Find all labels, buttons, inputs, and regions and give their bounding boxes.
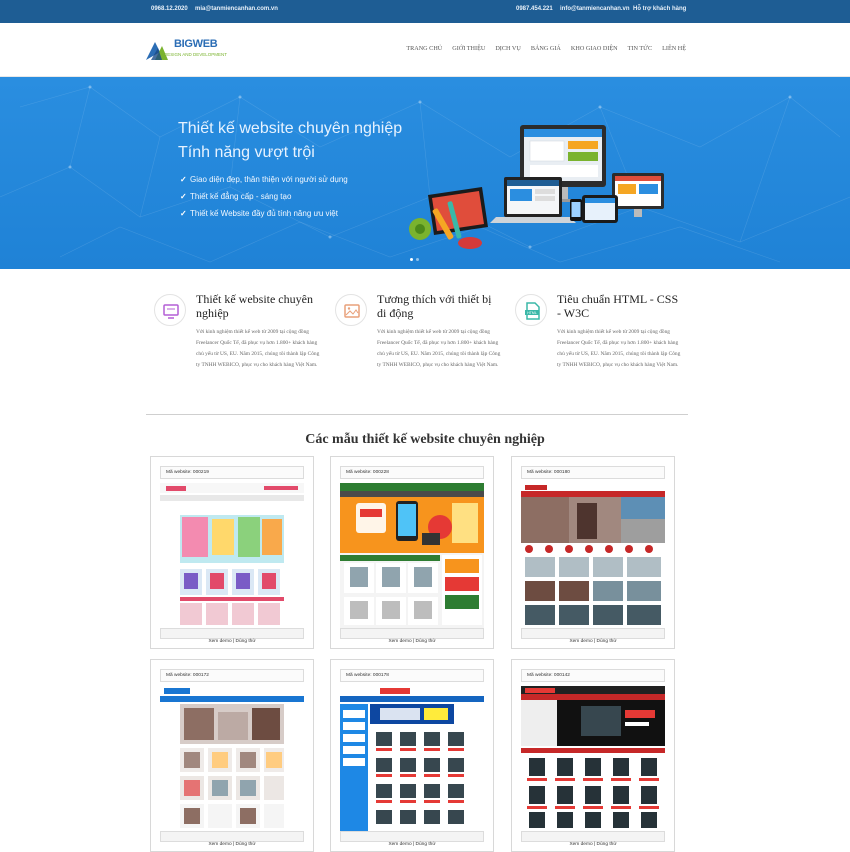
slider-dots (410, 258, 419, 261)
topbar-support-link[interactable]: Hỗ trợ khách hàng (633, 6, 686, 12)
template-actions[interactable]: Xem demo | Dùng thử (340, 628, 484, 644)
nav-item-services[interactable]: DỊCH VỤ (495, 45, 521, 52)
template-actions[interactable]: Xem demo | Dùng thử (160, 628, 304, 644)
demo-link[interactable]: Xem demo | Dùng thử (208, 639, 255, 644)
nav-item-home[interactable]: TRANG CHỦ (406, 45, 442, 52)
topbar-email-right[interactable]: info@tanmiencanhan.vn (560, 6, 630, 12)
nav-item-news[interactable]: TIN TỨC (628, 45, 652, 52)
check-icon: ✓ (180, 175, 187, 184)
svg-text:HTML: HTML (527, 311, 537, 315)
hero-subheadline: Tính năng vượt trội (178, 144, 315, 161)
demo-link[interactable]: Xem demo | Dùng thử (388, 842, 435, 847)
template-code-bar: Mã website: 000228 (340, 466, 484, 479)
feature-title: Tiêu chuẩn HTML - CSS - W3C (557, 292, 679, 320)
topbar-phone-right[interactable]: 0987.454.221 (516, 6, 553, 12)
devices-illustration (409, 125, 664, 249)
feature-title: Thiết kế website chuyên nghiệp (196, 292, 313, 320)
template-code-bar: Mã website: 000180 (521, 466, 665, 479)
logo-tagline: DESIGN AND DEVELOPMENT (164, 52, 228, 57)
logo-text: BIGWEB (174, 38, 218, 50)
template-code: Mã website: 000219 (166, 470, 209, 475)
feature-description: Với kinh nghiệm thiết kế web từ 2009 tại… (377, 329, 501, 368)
template-code-bar: Mã website: 000142 (521, 669, 665, 682)
check-icon: ✓ (180, 209, 187, 218)
site-logo[interactable]: BIGWEB DESIGN AND DEVELOPMENT (146, 38, 236, 64)
demo-link[interactable]: Xem demo | Dùng thử (388, 639, 435, 644)
topbar-phone-left[interactable]: 0968.12.2020 (151, 6, 188, 12)
demo-link[interactable]: Xem demo | Dùng thử (569, 639, 616, 644)
topbar-email-left[interactable]: mia@tanmiencanhan.com.vn (195, 6, 278, 12)
template-card[interactable]: Mã website: 000178 Xem demo | Dùng thử (330, 659, 494, 852)
template-card[interactable]: Mã website: 000180 Xem demo | Dùng thử (511, 456, 675, 649)
template-thumbnail[interactable] (521, 483, 665, 629)
hero-bullet: ✓ Giao diện đẹp, thân thiện với người sử … (180, 175, 348, 184)
feature-description: Với kinh nghiệm thiết kế web từ 2009 tại… (196, 329, 320, 368)
nav-item-themes[interactable]: KHO GIAO DIỆN (571, 45, 618, 52)
logo-mark-icon (146, 42, 168, 60)
template-thumbnail[interactable] (521, 686, 665, 832)
template-code: Mã website: 000178 (346, 673, 389, 678)
template-card[interactable]: Mã website: 000228 Xem demo | Dùng thử (330, 456, 494, 649)
template-actions[interactable]: Xem demo | Dùng thử (521, 831, 665, 847)
template-thumbnail[interactable] (160, 483, 304, 629)
template-code: Mã website: 000142 (527, 673, 570, 678)
feature-title: Tương thích với thiết bị di động (377, 292, 492, 320)
template-code: Mã website: 000228 (346, 470, 389, 475)
template-card[interactable]: Mã website: 000219 Xem demo | Dùng thử (150, 456, 314, 649)
slider-dot[interactable] (416, 258, 419, 261)
template-code: Mã website: 000172 (166, 673, 209, 678)
template-actions[interactable]: Xem demo | Dùng thử (340, 831, 484, 847)
hero-banner[interactable]: Thiết kế website chuyên nghiệp Tính năng… (0, 77, 850, 269)
template-actions[interactable]: Xem demo | Dùng thử (521, 628, 665, 644)
template-thumbnail[interactable] (160, 686, 304, 832)
nav-item-pricing[interactable]: BẢNG GIÁ (531, 45, 561, 52)
demo-link[interactable]: Xem demo | Dùng thử (569, 842, 616, 847)
template-code-bar: Mã website: 000219 (160, 466, 304, 479)
image-icon (335, 294, 367, 326)
check-icon: ✓ (180, 192, 187, 201)
top-bar: 0968.12.2020 mia@tanmiencanhan.com.vn 09… (0, 0, 850, 23)
hero-bullet: ✓ Thiết kế Website đầy đủ tính năng ưu vi… (180, 209, 338, 218)
nav-item-about[interactable]: GIỚI THIỆU (452, 45, 485, 52)
section-divider (146, 414, 688, 415)
site-header: BIGWEB DESIGN AND DEVELOPMENT TRANG CHỦ … (0, 23, 850, 77)
nav-item-contact[interactable]: LIÊN HỆ (662, 45, 686, 52)
templates-section-title: Các mẫu thiết kế website chuyên nghiệp (305, 432, 545, 447)
main-nav: TRANG CHỦ GIỚI THIỆU DỊCH VỤ BẢNG GIÁ KH… (406, 45, 686, 52)
template-code: Mã website: 000180 (527, 470, 570, 475)
slider-dot-active[interactable] (410, 258, 413, 261)
feature-description: Với kinh nghiệm thiết kế web từ 2009 tại… (557, 329, 681, 368)
template-code-bar: Mã website: 000172 (160, 669, 304, 682)
hero-bullet: ✓ Thiết kế đẳng cấp - sáng tạo (180, 192, 292, 201)
template-card[interactable]: Mã website: 000142 Xem demo | Dùng thử (511, 659, 675, 852)
demo-link[interactable]: Xem demo | Dùng thử (208, 842, 255, 847)
template-thumbnail[interactable] (340, 686, 484, 832)
html-file-icon: HTML (515, 294, 547, 326)
hero-headline: Thiết kế website chuyên nghiệp (178, 120, 403, 137)
monitor-icon (154, 294, 186, 326)
template-code-bar: Mã website: 000178 (340, 669, 484, 682)
template-actions[interactable]: Xem demo | Dùng thử (160, 831, 304, 847)
template-thumbnail[interactable] (340, 483, 484, 629)
template-card[interactable]: Mã website: 000172 Xem demo | Dùng thử (150, 659, 314, 852)
